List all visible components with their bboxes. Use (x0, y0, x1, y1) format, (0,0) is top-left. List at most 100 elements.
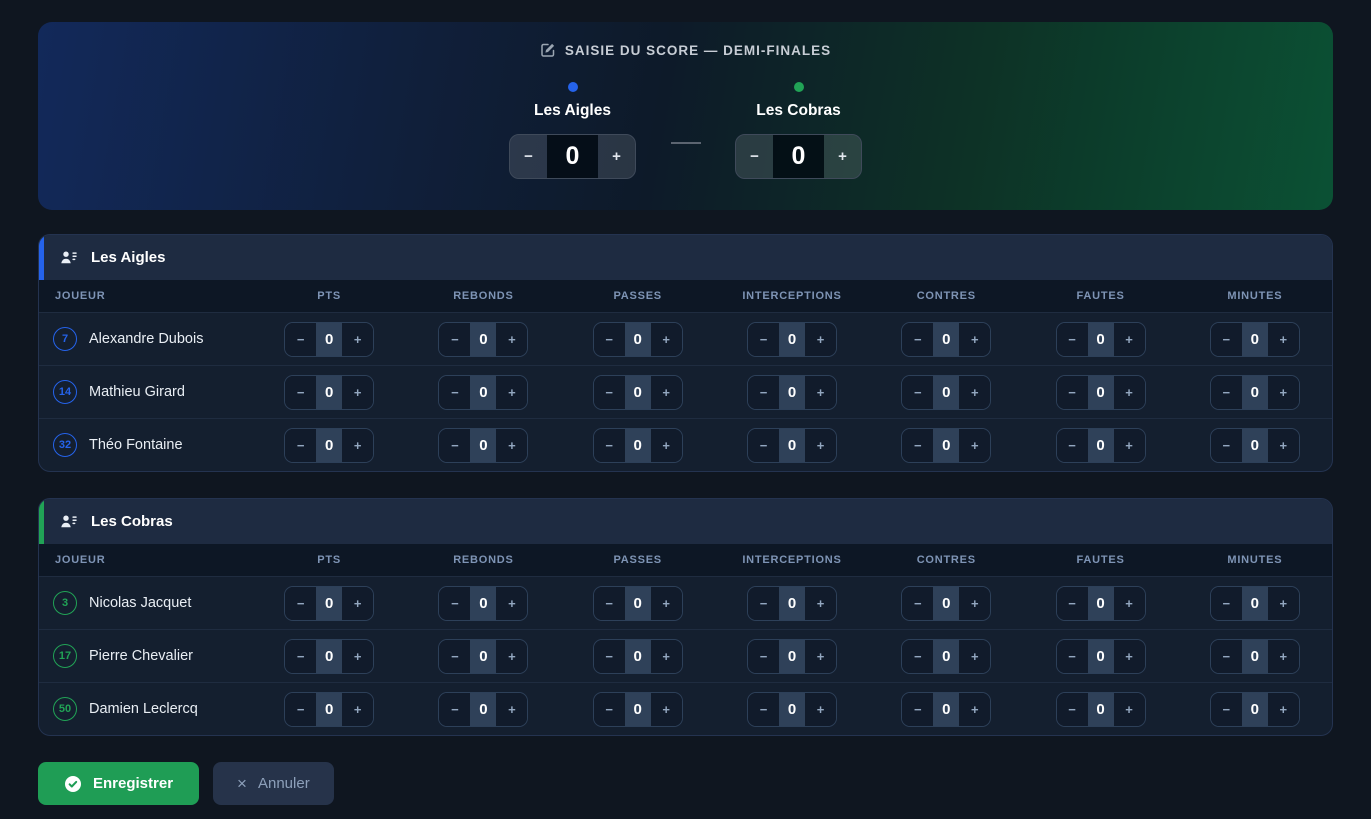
stat-cell: − 0 + (1023, 322, 1177, 357)
stat-increment-button[interactable]: + (805, 376, 836, 409)
stat-decrement-button[interactable]: − (748, 376, 779, 409)
stat-increment-button[interactable]: + (1268, 376, 1299, 409)
stat-decrement-button[interactable]: − (902, 693, 933, 726)
stat-increment-button[interactable]: + (959, 693, 990, 726)
stat-decrement-button[interactable]: − (594, 693, 625, 726)
stat-decrement-button[interactable]: − (1057, 640, 1088, 673)
stat-decrement-button[interactable]: − (285, 376, 316, 409)
stat-decrement-button[interactable]: − (1211, 640, 1242, 673)
stat-decrement-button[interactable]: − (902, 429, 933, 462)
player-cell: 50 Damien Leclercq (39, 697, 252, 721)
stat-increment-button[interactable]: + (1268, 587, 1299, 620)
stat-decrement-button[interactable]: − (1211, 587, 1242, 620)
stat-increment-button[interactable]: + (805, 587, 836, 620)
stat-decrement-button[interactable]: − (748, 693, 779, 726)
stat-increment-button[interactable]: + (805, 693, 836, 726)
stat-increment-button[interactable]: + (1114, 640, 1145, 673)
stat-increment-button[interactable]: + (959, 323, 990, 356)
stat-increment-button[interactable]: + (959, 429, 990, 462)
stat-decrement-button[interactable]: − (594, 587, 625, 620)
stat-increment-button[interactable]: + (1114, 323, 1145, 356)
stat-decrement-button[interactable]: − (902, 587, 933, 620)
stat-decrement-button[interactable]: − (594, 323, 625, 356)
stat-decrement-button[interactable]: − (748, 429, 779, 462)
stat-decrement-button[interactable]: − (439, 376, 470, 409)
stat-stepper: − 0 + (1210, 322, 1300, 357)
stat-increment-button[interactable]: + (496, 429, 527, 462)
stat-increment-button[interactable]: + (1114, 429, 1145, 462)
stat-increment-button[interactable]: + (496, 323, 527, 356)
stat-cell: − 0 + (869, 639, 1023, 674)
stat-increment-button[interactable]: + (651, 693, 682, 726)
stat-decrement-button[interactable]: − (748, 587, 779, 620)
stat-increment-button[interactable]: + (1114, 693, 1145, 726)
score-decrement-button[interactable]: − (510, 135, 547, 178)
stat-increment-button[interactable]: + (1268, 429, 1299, 462)
stat-decrement-button[interactable]: − (285, 640, 316, 673)
stat-decrement-button[interactable]: − (1057, 323, 1088, 356)
stat-increment-button[interactable]: + (496, 587, 527, 620)
stat-increment-button[interactable]: + (805, 640, 836, 673)
stat-decrement-button[interactable]: − (1057, 587, 1088, 620)
stat-value: 0 (316, 587, 342, 620)
stat-increment-button[interactable]: + (1114, 587, 1145, 620)
score-increment-button[interactable]: + (598, 135, 635, 178)
stat-decrement-button[interactable]: − (285, 429, 316, 462)
stat-decrement-button[interactable]: − (439, 693, 470, 726)
stat-decrement-button[interactable]: − (594, 640, 625, 673)
stat-increment-button[interactable]: + (496, 376, 527, 409)
stat-cell: − 0 + (406, 428, 560, 463)
cancel-button[interactable]: × Annuler (213, 762, 334, 805)
stat-increment-button[interactable]: + (342, 587, 373, 620)
stat-decrement-button[interactable]: − (902, 640, 933, 673)
stat-increment-button[interactable]: + (651, 376, 682, 409)
stat-decrement-button[interactable]: − (1211, 429, 1242, 462)
stat-decrement-button[interactable]: − (439, 640, 470, 673)
stat-decrement-button[interactable]: − (748, 323, 779, 356)
stat-decrement-button[interactable]: − (1211, 693, 1242, 726)
stat-increment-button[interactable]: + (342, 640, 373, 673)
stat-increment-button[interactable]: + (959, 376, 990, 409)
stat-increment-button[interactable]: + (342, 323, 373, 356)
stat-decrement-button[interactable]: − (439, 323, 470, 356)
stat-decrement-button[interactable]: − (285, 693, 316, 726)
stat-decrement-button[interactable]: − (1211, 323, 1242, 356)
stat-decrement-button[interactable]: − (439, 429, 470, 462)
score-decrement-button[interactable]: − (736, 135, 773, 178)
stat-decrement-button[interactable]: − (902, 323, 933, 356)
stat-increment-button[interactable]: + (1268, 693, 1299, 726)
stat-increment-button[interactable]: + (959, 587, 990, 620)
stat-increment-button[interactable]: + (342, 376, 373, 409)
stat-increment-button[interactable]: + (496, 693, 527, 726)
stat-increment-button[interactable]: + (805, 429, 836, 462)
stat-decrement-button[interactable]: − (1057, 429, 1088, 462)
stat-stepper: − 0 + (1056, 586, 1146, 621)
stat-decrement-button[interactable]: − (1057, 693, 1088, 726)
stat-decrement-button[interactable]: − (439, 587, 470, 620)
stat-decrement-button[interactable]: − (1211, 376, 1242, 409)
stat-increment-button[interactable]: + (651, 323, 682, 356)
stat-increment-button[interactable]: + (651, 640, 682, 673)
stat-decrement-button[interactable]: − (902, 376, 933, 409)
save-button[interactable]: Enregistrer (38, 762, 199, 805)
stat-increment-button[interactable]: + (496, 640, 527, 673)
stat-increment-button[interactable]: + (1268, 323, 1299, 356)
stat-decrement-button[interactable]: − (594, 376, 625, 409)
stat-decrement-button[interactable]: − (594, 429, 625, 462)
stat-increment-button[interactable]: + (651, 429, 682, 462)
column-header: FAUTES (1023, 554, 1177, 566)
stat-decrement-button[interactable]: − (285, 587, 316, 620)
stat-increment-button[interactable]: + (1268, 640, 1299, 673)
stat-decrement-button[interactable]: − (285, 323, 316, 356)
stat-increment-button[interactable]: + (805, 323, 836, 356)
stat-decrement-button[interactable]: − (1057, 376, 1088, 409)
stat-increment-button[interactable]: + (651, 587, 682, 620)
stat-increment-button[interactable]: + (959, 640, 990, 673)
stat-decrement-button[interactable]: − (748, 640, 779, 673)
stat-increment-button[interactable]: + (342, 693, 373, 726)
stat-stepper: − 0 + (1056, 375, 1146, 410)
score-increment-button[interactable]: + (824, 135, 861, 178)
stat-increment-button[interactable]: + (342, 429, 373, 462)
stat-increment-button[interactable]: + (1114, 376, 1145, 409)
stat-value: 0 (1088, 429, 1114, 462)
